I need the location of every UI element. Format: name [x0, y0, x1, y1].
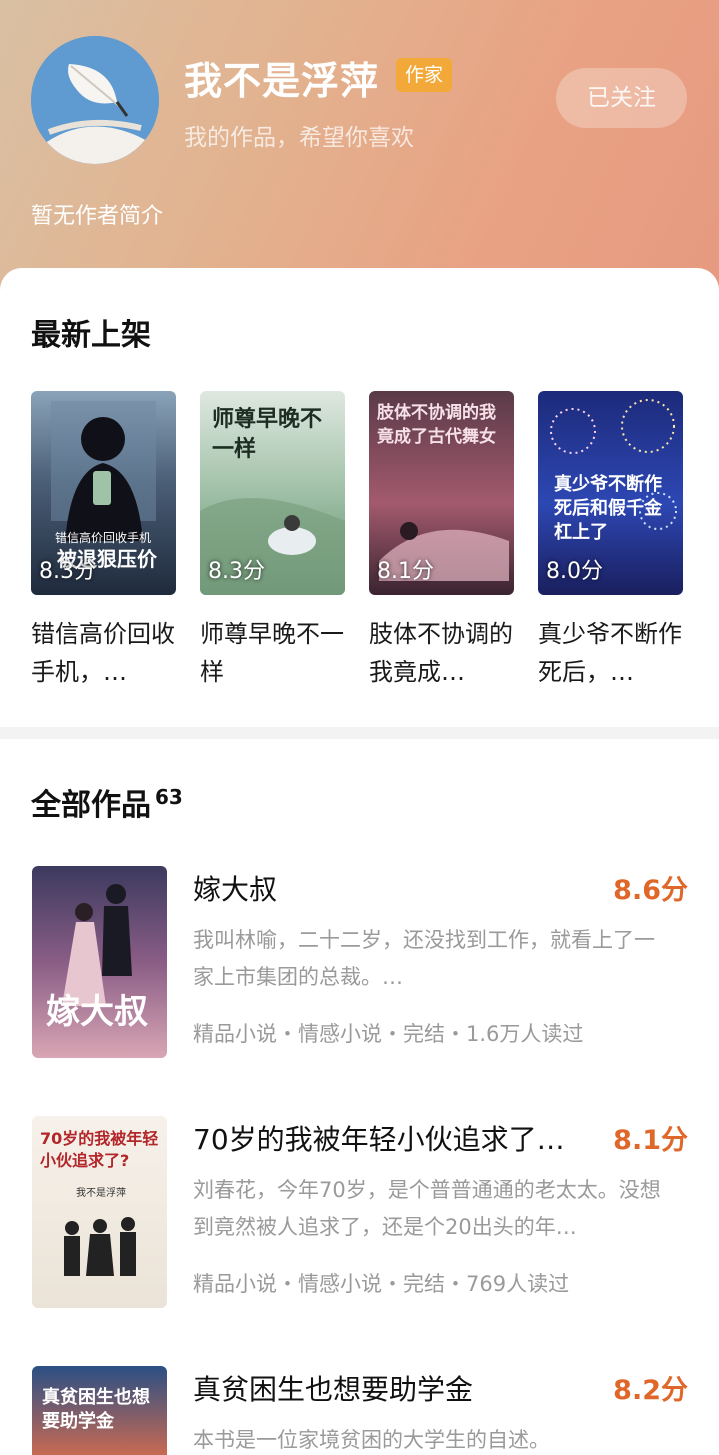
book-summary: 我叫林喻，二十二岁，还没找到工作，就看上了一家上市集团的总裁。… — [193, 928, 655, 989]
book-cover[interactable]: 错信高价回收手机 被退狠压价 8.3分 — [31, 391, 176, 595]
cover-title: 70岁的我被年轻小伙追求了? — [40, 1129, 159, 1170]
book-score: 8.3分 — [208, 559, 265, 584]
all-works-section-title: 全部作品 63 — [31, 780, 183, 824]
book-cover[interactable]: 真贫困生也想要助学金 — [32, 1366, 167, 1455]
follow-button[interactable]: 已关注 — [556, 68, 687, 128]
cover-title: 师尊早晚不一样 — [212, 407, 323, 462]
author-intro: 暂无作者简介 — [31, 204, 164, 229]
cover-title: 肢体不协调的我竟成了古代舞女 — [377, 403, 496, 447]
cover-title: 真贫困生也想要助学金 — [42, 1387, 150, 1432]
book-title[interactable]: 70岁的我被年轻小伙追求了… — [193, 1118, 583, 1158]
feather-icon — [31, 36, 159, 164]
book-score: 8.1分 — [377, 559, 434, 584]
book-rating: 8.6分 — [613, 875, 688, 906]
author-name: 我不是浮萍 — [184, 59, 380, 103]
latest-book-item[interactable]: 真少爷不断作死后和假千金杠上了 8.0分 真少爷不断作死后，… — [538, 391, 683, 691]
author-avatar[interactable] — [31, 36, 159, 164]
latest-book-item[interactable]: 错信高价回收手机 被退狠压价 8.3分 错信高价回收手机，… — [31, 391, 176, 691]
author-role-badge: 作家 — [396, 58, 453, 92]
book-summary: 刘春花，今年70岁，是个普普通通的老太太。没想到竟然被人追求了，还是个20出头的… — [193, 1178, 661, 1239]
book-title[interactable]: 真贫困生也想要助学金 — [193, 1368, 583, 1408]
cover-author: 我不是浮萍 — [76, 1188, 126, 1199]
all-works-title: 全部作品 — [31, 788, 151, 823]
latest-section-title: 最新上架 — [31, 318, 151, 353]
works-count: 63 — [155, 785, 183, 809]
book-title[interactable]: 师尊早晚不一样 — [200, 615, 345, 691]
author-header: 我不是浮萍 作家 我的作品，希望你喜欢 已关注 暂无作者简介 — [0, 0, 719, 300]
latest-books: 错信高价回收手机 被退狠压价 8.3分 错信高价回收手机，… 师尊早晚不一样 8… — [0, 391, 719, 691]
book-title[interactable]: 肢体不协调的我竟成… — [369, 615, 514, 691]
book-meta: 精品小说・情感小说・完结・1.6万人读过 — [193, 1022, 584, 1046]
book-cover[interactable]: 师尊早晚不一样 8.3分 — [200, 391, 345, 595]
latest-book-item[interactable]: 师尊早晚不一样 8.3分 师尊早晚不一样 — [200, 391, 345, 691]
book-score: 8.3分 — [39, 559, 96, 584]
book-title[interactable]: 真少爷不断作死后，… — [538, 615, 683, 691]
book-rating: 8.1分 — [613, 1125, 688, 1156]
book-cover[interactable]: 70岁的我被年轻小伙追求了? 我不是浮萍 — [32, 1116, 167, 1308]
book-score: 8.0分 — [546, 559, 603, 584]
latest-book-item[interactable]: 肢体不协调的我竟成了古代舞女 8.1分 肢体不协调的我竟成… — [369, 391, 514, 691]
cover-title: 真少爷不断作死后和假千金杠上了 — [554, 474, 662, 543]
book-summary: 本书是一位家境贫困的大学生的自述。 — [193, 1428, 550, 1452]
book-cover[interactable]: 嫁大叔 — [32, 866, 167, 1058]
cover-title: 嫁大叔 — [46, 992, 148, 1032]
book-cover[interactable]: 真少爷不断作死后和假千金杠上了 8.0分 — [538, 391, 683, 595]
book-title[interactable]: 嫁大叔 — [193, 868, 583, 908]
section-divider — [0, 727, 719, 739]
book-meta: 精品小说・情感小说・完结・769人读过 — [193, 1272, 570, 1296]
book-cover[interactable]: 肢体不协调的我竟成了古代舞女 8.1分 — [369, 391, 514, 595]
book-rating: 8.2分 — [613, 1375, 688, 1406]
author-tagline: 我的作品，希望你喜欢 — [184, 125, 414, 151]
book-title[interactable]: 错信高价回收手机，… — [31, 615, 176, 691]
